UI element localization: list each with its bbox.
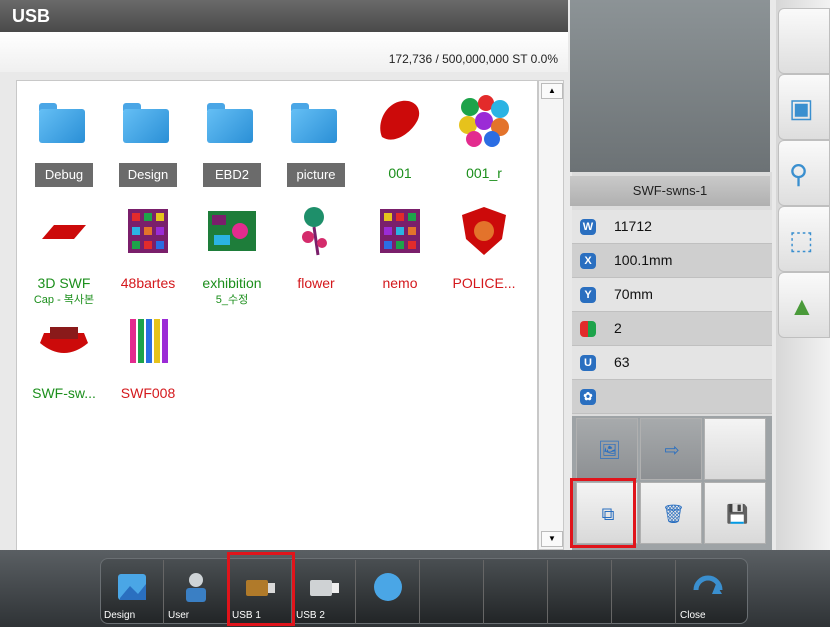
file-item-design[interactable]: Design <box>111 81 185 191</box>
scroll-down-icon[interactable]: ▼ <box>541 531 563 547</box>
toolbar-select-button[interactable]: ⬚ <box>778 206 830 272</box>
folder-icon <box>39 103 85 143</box>
image-check-icon: 🖼 <box>598 440 621 460</box>
design-thumbnail <box>380 209 420 253</box>
highlight-copy-button <box>570 478 636 548</box>
file-label: SWF-sw... <box>32 385 96 401</box>
file-label: Debug <box>35 163 93 187</box>
info-row-width: X 100.1mm <box>572 244 772 278</box>
images-icon: ▣ <box>789 93 814 123</box>
file-item-picture[interactable]: picture <box>279 81 353 191</box>
usb-drive-icon <box>310 580 339 596</box>
file-item-48bartes[interactable]: 48bartes <box>111 191 185 301</box>
file-label-line2: 5_수정 <box>215 294 249 306</box>
file-item-ebd2[interactable]: EBD2 <box>195 81 269 191</box>
file-label: 001_r <box>466 165 502 181</box>
info-row-stitches: W 11712 <box>572 210 772 244</box>
color-count-icon <box>580 321 596 337</box>
vertical-scrollbar[interactable]: ▲ ▼ <box>538 80 564 550</box>
scroll-up-icon[interactable]: ▲ <box>541 83 563 99</box>
height-icon: Y <box>580 287 596 303</box>
highlight-usb1 <box>227 552 295 626</box>
color-change-icon: U <box>580 355 596 371</box>
selection-icon: ⬚ <box>789 225 814 255</box>
info-row-extra: ✿ <box>572 380 772 414</box>
info-row-changes: U 63 <box>572 346 772 380</box>
toolbar-images-button[interactable]: ▣ <box>778 74 830 140</box>
toolbar-blank-button <box>778 8 830 74</box>
file-item-debug[interactable]: Debug <box>27 81 101 191</box>
design-thumbnail <box>128 209 168 253</box>
folder-icon <box>123 103 169 143</box>
folder-icon <box>291 103 337 143</box>
design-thumbnail <box>380 100 420 140</box>
file-item-exhibition[interactable]: exhibition 5_수정 <box>195 191 269 306</box>
ses-logo-icon <box>374 573 402 601</box>
dock-empty-slot <box>548 560 612 624</box>
save-button[interactable]: 💾 <box>704 482 766 544</box>
dock-empty-slot <box>420 560 484 624</box>
file-browser[interactable]: Debug Design EBD2 picture 001 001_r 3D S… <box>16 80 538 552</box>
filter-search-icon: ⚲ <box>789 159 809 189</box>
file-label: exhibition <box>202 275 262 291</box>
file-label: nemo <box>382 275 418 291</box>
file-label: 48bartes <box>120 275 176 291</box>
file-item-swf008[interactable]: SWF008 <box>111 301 185 411</box>
design-thumbnail <box>459 95 509 147</box>
dock-empty-slot <box>612 560 676 624</box>
stitch-count-icon: W <box>580 219 596 235</box>
floppy-disk-icon: 💾 <box>726 504 749 524</box>
file-item-001-r[interactable]: 001_r <box>447 81 521 191</box>
design-thumbnail <box>462 207 506 255</box>
design-icon <box>118 574 146 600</box>
design-thumbnail <box>130 319 168 363</box>
transfer-icon: ⇨ <box>664 440 680 460</box>
folder-icon <box>207 103 253 143</box>
trash-icon: 🗑 <box>662 504 685 524</box>
blank-button <box>704 418 766 480</box>
delete-button[interactable]: 🗑 <box>640 482 702 544</box>
file-item-police[interactable]: POLICE... <box>447 191 521 301</box>
dock-close-button[interactable]: Close <box>676 560 740 624</box>
file-item-3d-swf[interactable]: 3D SWF Cap - 복사본 <box>27 191 101 306</box>
design-thumbnail <box>42 225 86 239</box>
transfer-button[interactable]: ⇨ <box>640 418 702 480</box>
dock-empty-slot <box>484 560 548 624</box>
file-item-001[interactable]: 001 <box>363 81 437 191</box>
file-item-nemo[interactable]: nemo <box>363 191 437 301</box>
file-label: 3D SWF <box>37 275 91 291</box>
user-icon <box>186 573 206 602</box>
dock-usb2-button[interactable]: USB 2 <box>292 560 356 624</box>
file-label: picture <box>287 163 345 187</box>
file-label: Design <box>119 163 177 187</box>
file-label: SWF008 <box>120 385 176 401</box>
dock-ses-button[interactable] <box>356 560 420 624</box>
width-icon: X <box>580 253 596 269</box>
storage-bar: 172,736 / 500,000,000 ST 0.0% <box>0 32 568 72</box>
file-label: 001 <box>388 165 412 181</box>
window-title: USB <box>0 0 568 32</box>
undo-arrow-icon <box>693 575 723 594</box>
preview-image-area <box>570 0 770 172</box>
info-row-height: Y 70mm <box>572 278 772 312</box>
storage-usage: 172,736 / 500,000,000 ST 0.0% <box>388 52 558 66</box>
design-thumbnail <box>208 211 256 251</box>
design-name: SWF-swns-1 <box>570 176 770 206</box>
image-view-button[interactable]: 🖼 <box>576 418 638 480</box>
design-thumbnail <box>302 207 327 256</box>
design-thumbnail <box>40 327 88 353</box>
dock-design-button[interactable]: Design <box>100 560 164 624</box>
settings-icon: ✿ <box>580 389 596 405</box>
file-item-flower[interactable]: flower <box>279 191 353 301</box>
file-label: POLICE... <box>452 275 516 291</box>
landscape-icon: ▲ <box>789 291 815 321</box>
file-label: EBD2 <box>203 163 261 187</box>
file-item-swf-sw[interactable]: SWF-sw... <box>27 301 101 411</box>
toolbar-landscape-button[interactable]: ▲ <box>778 272 830 338</box>
dock-user-button[interactable]: User <box>164 560 228 624</box>
toolbar-filter-button[interactable]: ⚲ <box>778 140 830 206</box>
info-row-colors: 2 <box>572 312 772 346</box>
file-label: flower <box>297 275 335 291</box>
